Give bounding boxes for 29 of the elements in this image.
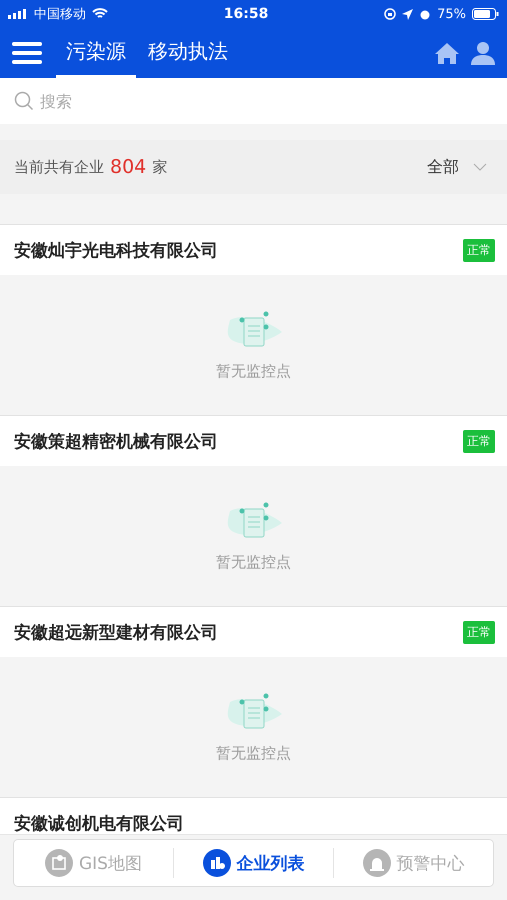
carrier-name: 中国移动: [34, 6, 86, 23]
count-unit: 家: [152, 158, 168, 176]
empty-message: 暂无监控点: [216, 362, 291, 380]
wifi-icon: [92, 8, 108, 20]
bottom-nav-tab[interactable]: 企业列表: [174, 848, 333, 878]
header-tab[interactable]: 移动执法: [138, 28, 238, 78]
rotation-lock-icon: [384, 8, 396, 20]
battery-icon: [472, 8, 499, 20]
location-icon: [402, 8, 414, 20]
company-name[interactable]: 安徽灿宇光电科技有限公司: [14, 238, 218, 262]
battery-percent: 75%: [437, 6, 466, 22]
status-badge: 正常: [463, 430, 495, 452]
status-badge: 正常: [463, 620, 495, 644]
chevron-down-icon: [473, 163, 487, 171]
company-count: 804: [110, 156, 146, 178]
menu-icon[interactable]: [12, 41, 42, 65]
company-name[interactable]: 安徽策超精密机械有限公司: [14, 430, 218, 452]
clock-time: 16:58: [222, 6, 270, 22]
filter-dropdown[interactable]: 全部: [421, 156, 493, 178]
empty-message: 暂无监控点: [216, 552, 291, 572]
empty-message: 暂无监控点: [216, 744, 291, 762]
signal-icon: [8, 9, 28, 19]
search-field[interactable]: 搜索: [0, 78, 507, 124]
alarm-icon: [362, 849, 390, 877]
home-icon[interactable]: [435, 42, 459, 64]
company-count-label: 当前共有企业: [14, 158, 104, 176]
user-icon[interactable]: [471, 41, 495, 65]
status-badge: 正常: [463, 238, 495, 262]
company-name[interactable]: 安徽超远新型建材有限公司: [14, 620, 218, 644]
